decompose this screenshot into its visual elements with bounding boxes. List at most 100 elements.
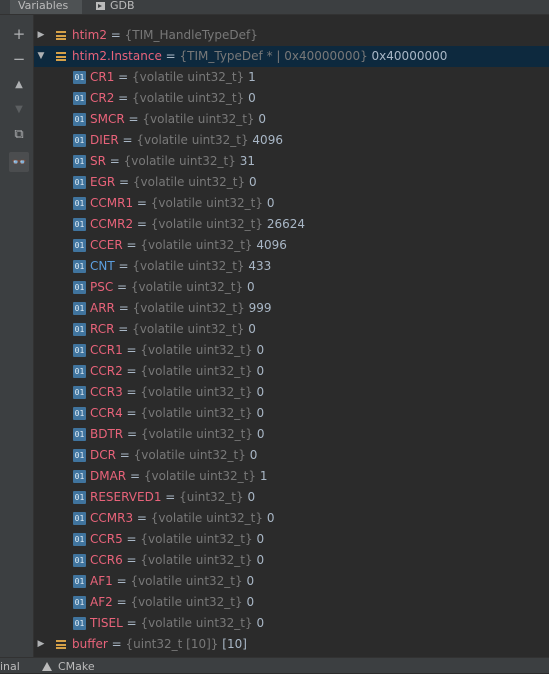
field-icon: 01 (73, 71, 86, 84)
field-icon: 01 (73, 281, 86, 294)
variable-value: 0 (246, 595, 255, 609)
variable-name: PSC (90, 280, 114, 294)
variable-name: CCER (90, 238, 123, 252)
variable-value: 1 (259, 469, 268, 483)
arrow-up-icon[interactable]: ▲ (9, 75, 29, 95)
variable-value: 0 (266, 196, 275, 210)
equals-sign: = (133, 217, 151, 231)
equals-sign: = (118, 133, 137, 147)
equals-sign: = (115, 175, 133, 189)
variable-name: SR (90, 154, 106, 168)
variable-name: AF2 (90, 595, 113, 609)
variable-text: SMCR = {volatile uint32_t} 0 (90, 109, 266, 130)
equals-sign: = (106, 28, 125, 42)
variable-type: {volatile uint32_t} (140, 238, 253, 252)
variable-name: htim2 (72, 28, 107, 42)
variable-type: {TIM_TypeDef * | 0x40000000} (179, 49, 368, 63)
variable-name: CNT (90, 259, 115, 273)
variable-type: {volatile uint32_t} (140, 406, 253, 420)
field-icon: 01 (73, 155, 86, 168)
equals-sign: = (114, 70, 133, 84)
variable-type: {TIM_HandleTypeDef} (124, 28, 258, 42)
variable-value: 0 (248, 91, 256, 105)
field-icon: 01 (73, 575, 86, 588)
field-icon: 01 (73, 197, 86, 210)
variable-type: {volatile uint32_t} (132, 301, 245, 315)
collapse-arrow-icon[interactable]: ▶ (36, 634, 46, 655)
field-icon: 01 (73, 449, 86, 462)
variable-value: 0 (256, 532, 265, 546)
field-icon: 01 (73, 365, 86, 378)
collapse-arrow-icon[interactable]: ▶ (36, 25, 46, 46)
variable-value: [10] (222, 637, 247, 651)
variable-value: 0 (246, 280, 255, 294)
variable-type: {volatile uint32_t} (150, 217, 263, 231)
variable-type: {uint32_t} (179, 490, 244, 504)
variable-name: CCR6 (90, 553, 123, 567)
field-icon: 01 (73, 491, 86, 504)
tab-variables[interactable]: Variables (10, 0, 82, 14)
tree-node[interactable]: ▼ htim2.Instance = {TIM_TypeDef * | 0x400… (34, 46, 549, 67)
variable-value: 0 (249, 448, 258, 462)
variable-text: RESERVED1 = {uint32_t} 0 (90, 487, 255, 508)
tab-gdb-label: GDB (110, 0, 135, 12)
equals-sign: = (122, 364, 141, 378)
field-icon: 01 (73, 92, 86, 105)
variable-text: CCR4 = {volatile uint32_t} 0 (90, 403, 264, 424)
equals-sign: = (161, 490, 180, 504)
equals-sign: = (114, 301, 133, 315)
variable-type: {volatile uint32_t} (132, 322, 245, 336)
variable-value: 4096 (256, 238, 287, 252)
variable-value: 0 (258, 112, 267, 126)
variable-text: DCR = {volatile uint32_t} 0 (90, 445, 257, 466)
variable-type: {volatile uint32_t} (143, 469, 257, 483)
tool-window-tabs: Variables GDB (0, 0, 549, 15)
field-icon: 01 (73, 386, 86, 399)
tab-gdb[interactable]: GDB (88, 0, 154, 14)
cmake-icon (42, 662, 52, 671)
field-icon: 01 (73, 176, 86, 189)
variable-value: 0 (256, 364, 265, 378)
variable-text: htim2 = {TIM_HandleTypeDef} (72, 25, 258, 46)
variable-name: CCR4 (90, 406, 123, 420)
variable-type: {volatile uint32_t} (133, 448, 246, 462)
variable-type: {volatile uint32_t} (150, 196, 263, 210)
variable-value: 0 (248, 175, 257, 189)
variable-name: RESERVED1 (90, 490, 162, 504)
variable-text: CNT = {volatile uint32_t} 433 (90, 256, 271, 277)
variable-value: 0 (256, 343, 265, 357)
field-icon: 01 (73, 239, 86, 252)
variable-value: 0 (248, 322, 256, 336)
variable-type: {volatile uint32_t} (123, 154, 236, 168)
plus-icon[interactable]: + (9, 24, 29, 44)
variable-text: EGR = {volatile uint32_t} 0 (90, 172, 257, 193)
glasses-icon[interactable]: 👓 (9, 152, 29, 172)
field-icon: 01 (73, 218, 86, 231)
variable-type: {volatile uint32_t} (140, 427, 254, 441)
variable-name: DCR (90, 448, 116, 462)
arrow-down-icon[interactable]: ▼ (9, 100, 29, 120)
field-icon: 01 (73, 302, 86, 315)
minus-icon[interactable]: − (9, 49, 29, 69)
variable-name: DIER (90, 133, 119, 147)
field-icon: 01 (73, 617, 86, 630)
variable-type: {volatile uint32_t} (132, 70, 245, 84)
variables-tree: ▶ htim2 = {TIM_HandleTypeDef} ▼ htim2.Inst… (34, 15, 549, 657)
variable-type: {volatile uint32_t} (142, 112, 255, 126)
variable-text: BDTR = {volatile uint32_t} 0 (90, 424, 265, 445)
expand-arrow-icon[interactable]: ▼ (36, 46, 46, 67)
equals-sign: = (122, 406, 141, 420)
variable-text: ARR = {volatile uint32_t} 999 (90, 298, 272, 319)
variable-value: 0 (266, 511, 275, 525)
variable-name: CR1 (90, 70, 115, 84)
field-icon: 01 (73, 554, 86, 567)
copy-icon[interactable]: ⧉ (9, 125, 29, 145)
object-icon (56, 640, 66, 649)
equals-sign: = (112, 574, 131, 588)
variable-value: 26624 (266, 217, 305, 231)
field-icon: 01 (73, 470, 86, 483)
variable-text: CCR5 = {volatile uint32_t} 0 (90, 529, 264, 550)
variable-type: {volatile uint32_t} (136, 133, 249, 147)
variable-value: 1 (248, 70, 256, 84)
variable-name: DMAR (90, 469, 127, 483)
